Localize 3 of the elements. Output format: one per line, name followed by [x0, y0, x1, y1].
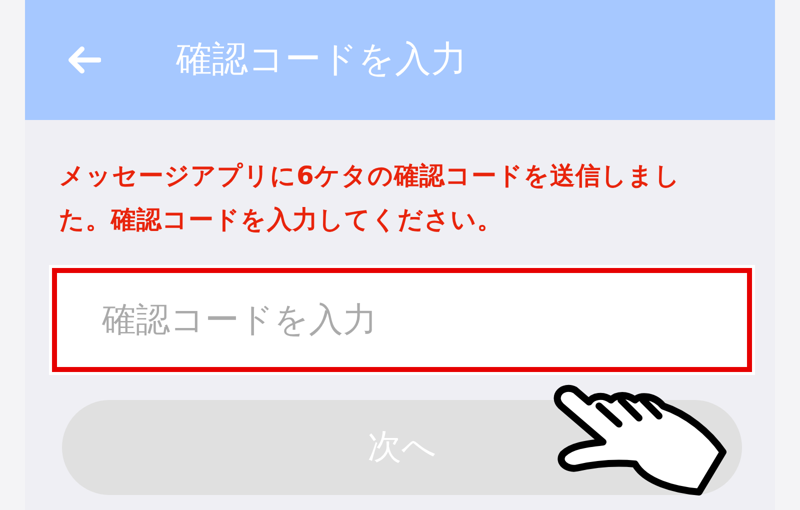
header-title: 確認コードを入力 — [176, 38, 467, 82]
back-arrow-icon[interactable] — [67, 46, 101, 74]
instruction-message: メッセージアプリに6ケタの確認コードを送信しました。確認コードを入力してください。 — [58, 160, 682, 236]
